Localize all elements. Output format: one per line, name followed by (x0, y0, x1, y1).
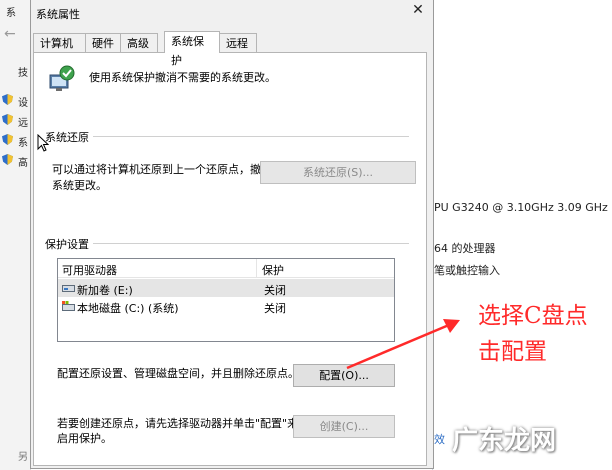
pen-touch-info: 笔或触控输入 (434, 264, 500, 277)
background-link-system[interactable]: 系 (18, 134, 28, 149)
background-link-fragment[interactable]: 效 (434, 431, 445, 447)
restore-description-line2: 系统更改。 (52, 179, 107, 192)
restore-group-label: 系统还原 (45, 129, 93, 145)
tab-hardware[interactable]: 硬件 (85, 33, 121, 52)
protection-group-divider (45, 243, 409, 244)
background-footer-fragment: 另 (18, 452, 28, 463)
tab-advanced[interactable]: 高级 (120, 33, 158, 52)
shield-icon (2, 134, 13, 145)
mouse-cursor-icon (37, 134, 49, 152)
watermark: 广东龙网 (452, 426, 557, 456)
intro-text: 使用系统保护撤消不需要的系统更改。 (89, 71, 276, 84)
background-heading-fragment: 技 (18, 68, 28, 79)
create-description-line2: 启用保护。 (57, 432, 112, 445)
drive-name-c: 本地磁盘 (C:) (系统) (77, 302, 179, 315)
annotation-arrow-icon (346, 319, 460, 370)
create-button[interactable]: 创建(C)... (293, 415, 395, 438)
restore-description-line1: 可以通过将计算机还原到上一个还原点，撤消 (52, 163, 272, 176)
drive-status-e: 关闭 (264, 284, 286, 297)
system-restore-button[interactable]: 系统还原(S)... (260, 161, 416, 184)
background-link-advanced[interactable]: 高 (18, 154, 28, 169)
drive-status-c: 关闭 (264, 302, 286, 315)
tab-remote[interactable]: 远程 (219, 33, 257, 52)
configure-description: 配置还原设置、管理磁盘空间，并且删除还原点。 (57, 367, 299, 380)
system-protection-icon (49, 65, 75, 91)
shield-icon (2, 94, 13, 105)
shield-icon (2, 114, 13, 125)
annotation-line2: 击配置 (478, 339, 547, 365)
background-title-fragment: 系 (6, 8, 16, 19)
background-system-info (432, 0, 612, 470)
protection-group-label: 保护设置 (45, 236, 93, 252)
annotation-line1: 选择C盘点 (478, 303, 588, 329)
column-separator[interactable] (256, 259, 257, 277)
create-description-line1: 若要创建还原点，请先选择驱动器并单击"配置"来 (57, 417, 299, 430)
system-drive-icon (62, 301, 75, 311)
system-type-info: 64 的处理器 (434, 242, 496, 255)
drive-name-e: 新加卷 (E:) (77, 284, 133, 297)
drive-icon (62, 285, 75, 292)
shield-icon (2, 154, 13, 165)
tab-computer-name[interactable]: 计算机名 (33, 33, 86, 69)
restore-group-divider (45, 136, 409, 137)
tab-system-protection[interactable]: 系统保护 (164, 31, 220, 67)
column-header-protection[interactable]: 保护 (262, 262, 284, 278)
close-icon[interactable]: ✕ (410, 2, 426, 18)
processor-info: PU G3240 @ 3.10GHz 3.09 GHz (434, 201, 608, 214)
dialog-title: 系统属性 (36, 8, 80, 21)
back-arrow-icon[interactable]: ← (4, 26, 16, 42)
background-link-device[interactable]: 设 (18, 94, 28, 109)
column-header-drives[interactable]: 可用驱动器 (62, 262, 117, 278)
background-link-remote[interactable]: 远 (18, 114, 28, 129)
